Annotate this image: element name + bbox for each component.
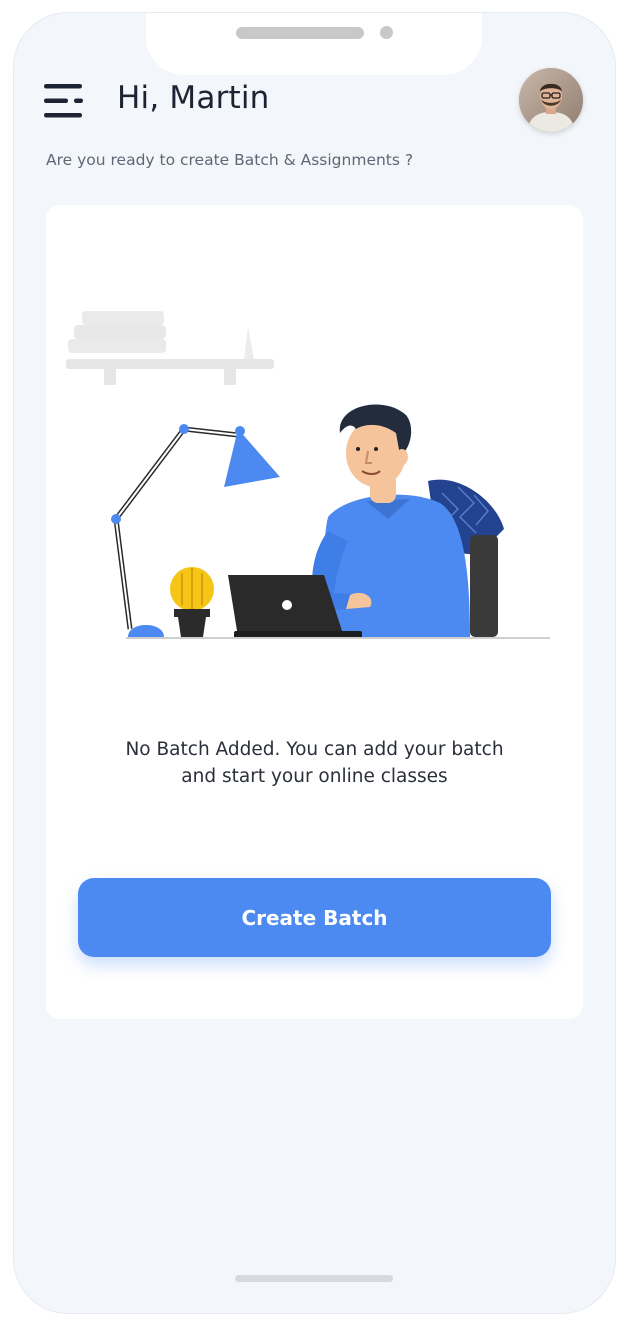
front-camera <box>380 26 393 39</box>
empty-state-line-2: and start your online classes <box>181 766 448 787</box>
menu-icon[interactable] <box>44 81 88 121</box>
greeting-subtitle: Are you ready to create Batch & Assignme… <box>46 151 414 169</box>
batch-card: No Batch Added. You can add your batch a… <box>46 205 583 1019</box>
user-avatar[interactable] <box>519 68 583 132</box>
home-indicator[interactable] <box>235 1275 393 1282</box>
phone-screen: Hi, Martin Are you ready to create Batch… <box>14 13 615 1313</box>
create-batch-button[interactable]: Create Batch <box>78 878 551 957</box>
empty-state-line-1: No Batch Added. You can add your batch <box>125 739 504 760</box>
desk-illustration <box>66 311 550 639</box>
notch <box>146 13 482 75</box>
empty-state-message: No Batch Added. You can add your batch a… <box>46 736 583 790</box>
greeting-title: Hi, Martin <box>117 80 270 116</box>
speaker-grille <box>236 27 364 39</box>
